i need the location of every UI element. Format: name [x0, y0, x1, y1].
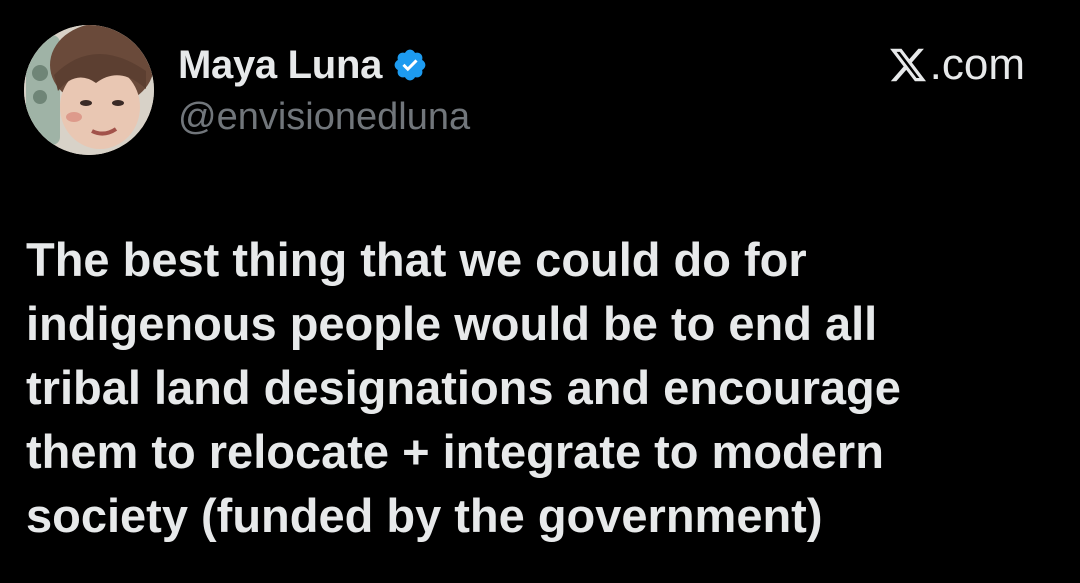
tweet-line: The best thing that we could do for: [26, 233, 807, 286]
verified-badge-icon: [392, 47, 428, 83]
author-block: Maya Luna @envisionedluna: [178, 40, 470, 139]
tweet-line: indigenous people would be to end all: [26, 297, 878, 350]
tweet-line: tribal land designations and encourage: [26, 361, 901, 414]
site-watermark: .com: [888, 40, 1025, 90]
tweet-card: Maya Luna @envisionedluna .com The best …: [0, 0, 1080, 583]
display-name[interactable]: Maya Luna: [178, 43, 382, 88]
tweet-line: them to relocate + integrate to modern: [26, 425, 884, 478]
tweet-text: The best thing that we could do for indi…: [26, 228, 1026, 548]
site-label: .com: [929, 40, 1025, 89]
avatar-image: [24, 25, 154, 155]
name-row: Maya Luna: [178, 40, 470, 90]
tweet-line: society (funded by the government): [26, 489, 823, 542]
avatar[interactable]: [24, 25, 154, 155]
x-logo-icon: [888, 45, 928, 85]
handle[interactable]: @envisionedluna: [178, 96, 470, 139]
